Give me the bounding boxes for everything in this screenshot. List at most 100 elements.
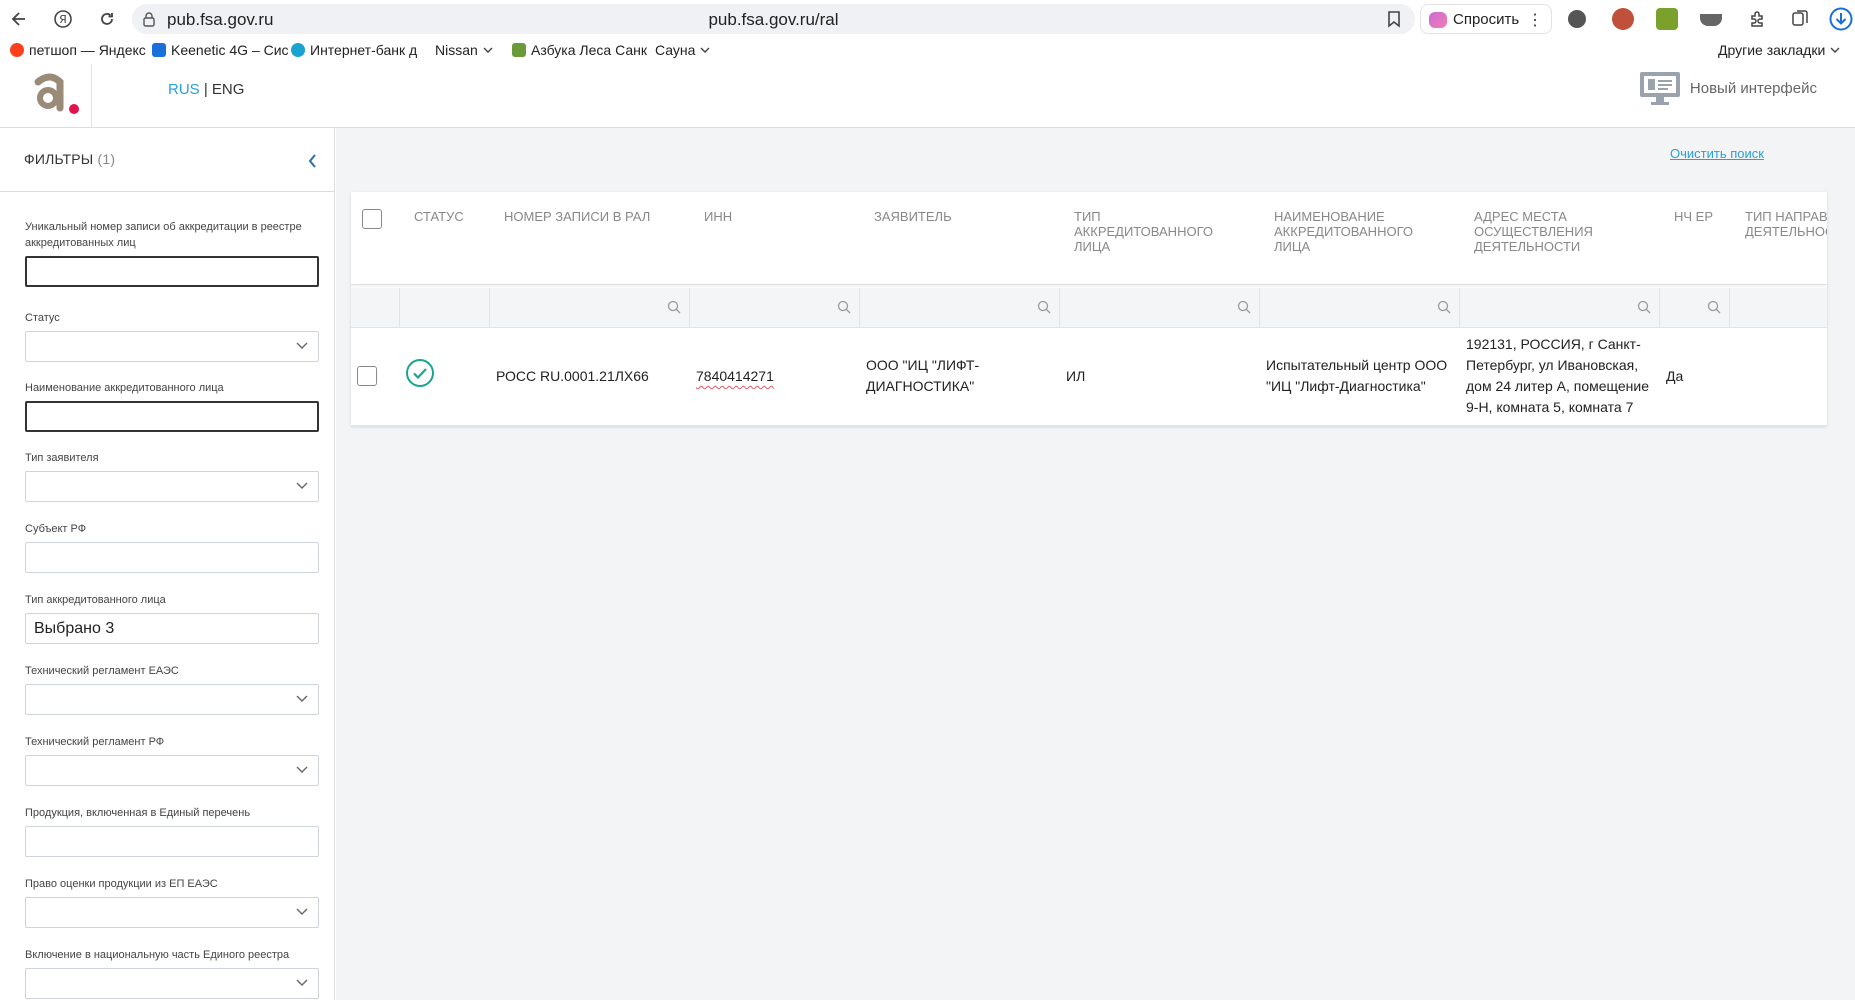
fsa-logo[interactable] <box>0 64 92 127</box>
forest-icon <box>512 43 526 57</box>
site-header: RUS | ENG Новый интерфейс <box>0 64 1855 128</box>
applicant-type-select[interactable] <box>25 471 319 502</box>
keenetic-icon <box>152 43 166 57</box>
unique-number-input[interactable] <box>25 256 319 287</box>
column-header-reg-number[interactable]: НОМЕР ЗАПИСИ В РАЛ <box>504 209 650 224</box>
search-icon <box>1707 300 1721 314</box>
yandex-home-icon[interactable]: Я <box>50 6 76 32</box>
bookmark-icon[interactable] <box>1387 10 1401 33</box>
chevron-down-icon <box>296 342 308 349</box>
ask-label: Спросить <box>1453 11 1520 28</box>
filter-cell-nch-er[interactable] <box>1660 288 1730 328</box>
filter-label: Тип заявителя <box>25 452 99 464</box>
bookmark-label: петшоп — Яндекс <box>29 42 146 58</box>
extensions-puzzle-icon[interactable] <box>1745 6 1771 32</box>
back-icon[interactable] <box>6 6 32 32</box>
bookmark-label: Интернет-банк д <box>310 42 418 58</box>
ask-alice-button[interactable]: Спросить ⋮ <box>1420 4 1552 34</box>
collections-icon[interactable] <box>1787 6 1813 32</box>
select-all-checkbox[interactable] <box>362 209 382 229</box>
bookmark-folder[interactable]: Сауна <box>655 42 710 58</box>
filters-header: ФИЛЬТРЫ (1) <box>0 128 334 192</box>
tech-reg-eaeu-select[interactable] <box>25 684 319 715</box>
cell-accredited-type: ИЛ <box>1066 368 1086 384</box>
check-circle-icon <box>405 358 435 393</box>
filter-cell-reg-number[interactable] <box>490 288 690 328</box>
chevron-down-icon <box>1830 47 1840 53</box>
address-url: pub.fsa.gov.ru/ral <box>708 10 839 29</box>
address-bar[interactable]: pub.fsa.gov.ru pub.fsa.gov.ru/ral <box>132 4 1415 34</box>
column-header-nch-er[interactable]: НЧ ЕР <box>1674 209 1713 224</box>
input-value: Выбрано 3 <box>34 620 115 637</box>
column-header-inn[interactable]: ИНН <box>704 209 732 224</box>
filter-cell-status <box>400 288 490 328</box>
table-header: СТАТУС НОМЕР ЗАПИСИ В РАЛ ИНН ЗАЯВИТЕЛЬ … <box>351 192 1827 285</box>
filter-accredited-type: Тип аккредитованного лица Выбрано 3 <box>25 592 319 644</box>
filter-label: Право оценки продукции из ЕП ЕАЭС <box>25 878 218 890</box>
filter-tech-reg-rf: Технический регламент РФ <box>25 734 319 786</box>
table-row[interactable]: РОСС RU.0001.21ЛХ66 7840414271 ООО "ИЦ "… <box>351 328 1827 426</box>
cell-accredited-name: Испытательный центр ООО "ИЦ "Лифт-Диагно… <box>1266 357 1448 394</box>
cell-applicant: ООО "ИЦ "ЛИФТ-ДИАГНОСТИКА" <box>866 357 980 394</box>
bookmark-folder[interactable]: Nissan <box>435 42 493 58</box>
reload-icon[interactable] <box>94 6 120 32</box>
unified-list-input[interactable] <box>25 826 319 857</box>
accredited-name-input[interactable] <box>25 401 319 432</box>
other-bookmarks-label: Другие закладки <box>1718 42 1826 58</box>
column-header-accredited-name[interactable]: НАИМЕНОВАНИЕ АККРЕДИТОВАННОГО ЛИЦА <box>1274 209 1424 254</box>
bookmark-item[interactable]: петшоп — Яндекс <box>10 42 146 58</box>
new-interface-link[interactable]: Новый интерфейс <box>1638 70 1817 106</box>
column-header-applicant[interactable]: ЗАЯВИТЕЛЬ <box>874 209 952 224</box>
bookmark-label: Азбука Леса Санк <box>531 42 647 58</box>
browser-toolbar: Я pub.fsa.gov.ru pub.fsa.gov.ru/ral Спро… <box>0 0 1855 38</box>
collapse-sidebar-icon[interactable] <box>308 154 317 173</box>
extension-1-icon[interactable] <box>1568 10 1586 28</box>
lang-eng-link[interactable]: ENG <box>212 81 245 98</box>
tech-reg-rf-select[interactable] <box>25 755 319 786</box>
chevron-down-icon <box>296 979 308 986</box>
column-header-activity-type[interactable]: ТИП НАПРАВЛЕНИЯ ДЕЯТЕЛЬНОСТИ <box>1745 209 1827 239</box>
filter-label: Уникальный номер записи об аккредитации … <box>25 221 302 249</box>
filter-cell-accredited-type[interactable] <box>1060 288 1260 328</box>
filter-cell-accredited-name[interactable] <box>1260 288 1460 328</box>
bookmark-label: Сауна <box>655 42 696 58</box>
status-select[interactable] <box>25 331 319 362</box>
search-icon <box>1237 300 1251 314</box>
filter-cell-checkbox <box>351 288 400 328</box>
subject-rf-input[interactable] <box>25 542 319 573</box>
filter-cell-address[interactable] <box>1460 288 1660 328</box>
clear-search-link[interactable]: Очистить поиск <box>1670 146 1764 161</box>
filter-cell-inn[interactable] <box>690 288 860 328</box>
search-icon <box>1437 300 1451 314</box>
cell-reg-number[interactable]: РОСС RU.0001.21ЛХ66 <box>496 366 649 387</box>
extension-3-icon[interactable] <box>1656 8 1678 30</box>
lang-rus-link[interactable]: RUS <box>168 81 200 98</box>
filter-label: Наименование аккредитованного лица <box>25 382 224 394</box>
chevron-down-icon <box>296 695 308 702</box>
search-icon <box>837 300 851 314</box>
column-header-address[interactable]: АДРЕС МЕСТА ОСУЩЕСТВЛЕНИЯ ДЕЯТЕЛЬНОСТИ <box>1474 209 1614 254</box>
filter-cell-activity-type[interactable] <box>1730 288 1827 328</box>
new-interface-label: Новый интерфейс <box>1689 79 1817 97</box>
yandex-icon <box>10 43 24 57</box>
filter-unique-number: Уникальный номер записи об аккредитации … <box>25 219 319 287</box>
bookmark-item[interactable]: Азбука Леса Санк <box>512 42 647 58</box>
chevron-down-icon <box>296 482 308 489</box>
assessment-right-select[interactable] <box>25 897 319 928</box>
bookmarks-bar: петшоп — Яндекс Keenetic 4G – Сис Интерн… <box>0 38 1855 64</box>
extension-4-icon[interactable] <box>1700 14 1722 26</box>
filter-cell-applicant[interactable] <box>860 288 1060 328</box>
column-header-accredited-type[interactable]: ТИП АККРЕДИТОВАННОГО ЛИЦА <box>1074 209 1224 254</box>
bookmark-item[interactable]: Keenetic 4G – Сис <box>152 42 289 58</box>
row-checkbox[interactable] <box>357 366 377 386</box>
more-icon[interactable]: ⋮ <box>1527 10 1543 30</box>
national-part-select[interactable] <box>25 968 319 999</box>
extension-2-icon[interactable] <box>1612 8 1634 30</box>
accredited-type-input[interactable]: Выбрано 3 <box>25 613 319 644</box>
column-header-status[interactable]: СТАТУС <box>414 209 464 224</box>
download-icon[interactable] <box>1828 6 1854 32</box>
bookmark-label: Nissan <box>435 42 478 58</box>
other-bookmarks[interactable]: Другие закладки <box>1718 42 1840 58</box>
results-area: Очистить поиск СТАТУС НОМЕР ЗАПИСИ В РАЛ… <box>336 128 1855 1000</box>
bookmark-item[interactable]: Интернет-банк д <box>291 42 417 58</box>
